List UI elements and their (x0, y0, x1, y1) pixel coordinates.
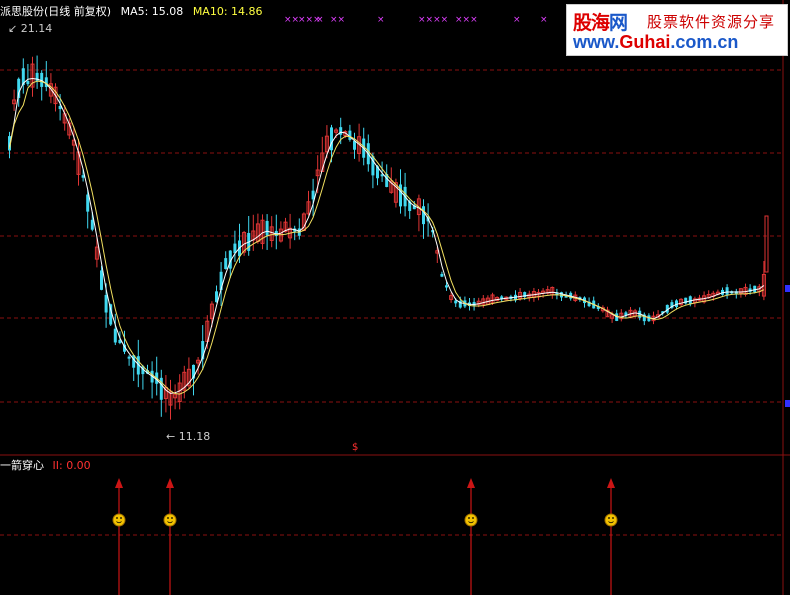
down-candle (753, 285, 757, 293)
down-candle (445, 285, 448, 288)
signal-arrows (112, 478, 618, 595)
smiley-face-icon (112, 513, 126, 527)
low-price-label: ← 11.18 (166, 430, 210, 443)
ma10-line (9, 80, 765, 395)
arrow-up-icon (607, 478, 615, 488)
smiley-eye (468, 517, 470, 519)
logo-brand: 股海网 (573, 12, 628, 34)
smiley-eye (120, 517, 122, 519)
down-candle (113, 328, 117, 343)
down-candle (454, 300, 458, 304)
down-candle (725, 287, 729, 295)
high-price-value: 21.14 (20, 22, 53, 35)
smiley-face-icon (604, 513, 618, 527)
smiley-face-icon (163, 513, 177, 527)
ma10-label: MA10: 14.86 (192, 5, 263, 18)
axis-tick (785, 400, 790, 407)
arrow-up-icon (115, 478, 123, 488)
cross-mark: ×× (284, 15, 299, 25)
candlestick-series[interactable] (8, 55, 769, 420)
down-candle (339, 127, 343, 135)
down-candle (265, 220, 269, 236)
smiley-eye (608, 517, 610, 519)
cross-mark: ×× (330, 15, 345, 25)
smiley-eye (167, 517, 169, 519)
down-candle (100, 270, 103, 290)
low-price-value: 11.18 (178, 430, 211, 443)
logo-url: www.Guhai.com.cn (573, 32, 739, 52)
smiley-eye (472, 517, 474, 519)
down-candle (127, 356, 131, 359)
down-candle (90, 219, 94, 230)
down-candle (104, 294, 108, 313)
stock-title: 派思股份(日线 前复权) (0, 5, 112, 18)
arrow-up-icon (467, 478, 475, 488)
smiley-eye (116, 517, 118, 519)
cross-mark: × (540, 15, 548, 25)
high-price-label: ↙ 21.14 (8, 22, 52, 35)
down-candle (422, 206, 425, 225)
cross-mark: × (513, 15, 521, 25)
indicator-value: II: 0.00 (52, 459, 91, 472)
indicator-header: 一箭穿心 II: 0.00 (0, 457, 96, 473)
guhai-logo: 股海网 股票软件资源分享 www.Guhai.com.cn (566, 4, 788, 56)
smiley-eye (612, 517, 614, 519)
down-candle (224, 258, 228, 270)
smiley-eye (171, 517, 173, 519)
indicator-name: 一箭穿心 (0, 459, 44, 472)
cross-mark: × (316, 15, 324, 25)
stock-chart[interactable]: ×××××× ×× × ×××× ××× × × (0, 0, 790, 595)
main-chart-header: 派思股份(日线 前复权) MA5: 15.08 MA10: 14.86 (0, 3, 269, 19)
smiley-face-icon (464, 513, 478, 527)
cross-mark: ×××× (418, 15, 448, 25)
arrow-up-icon (166, 478, 174, 488)
low-pointer-icon: ← (166, 430, 176, 443)
cross-marks-row: ×××××× ×× × ×××× ××× × × (284, 15, 548, 25)
high-pointer-icon: ↙ (8, 22, 18, 35)
up-candle (764, 215, 769, 273)
down-candle (440, 273, 444, 277)
ma5-label: MA5: 15.08 (120, 5, 184, 18)
axis-tick (785, 285, 790, 292)
down-candle (26, 81, 30, 85)
down-candle (353, 140, 356, 150)
cross-mark: ××× (455, 15, 478, 25)
logo-tagline: 股票软件资源分享 (647, 13, 776, 31)
dollar-marker: $ (352, 442, 359, 453)
cross-mark: × (377, 15, 385, 25)
